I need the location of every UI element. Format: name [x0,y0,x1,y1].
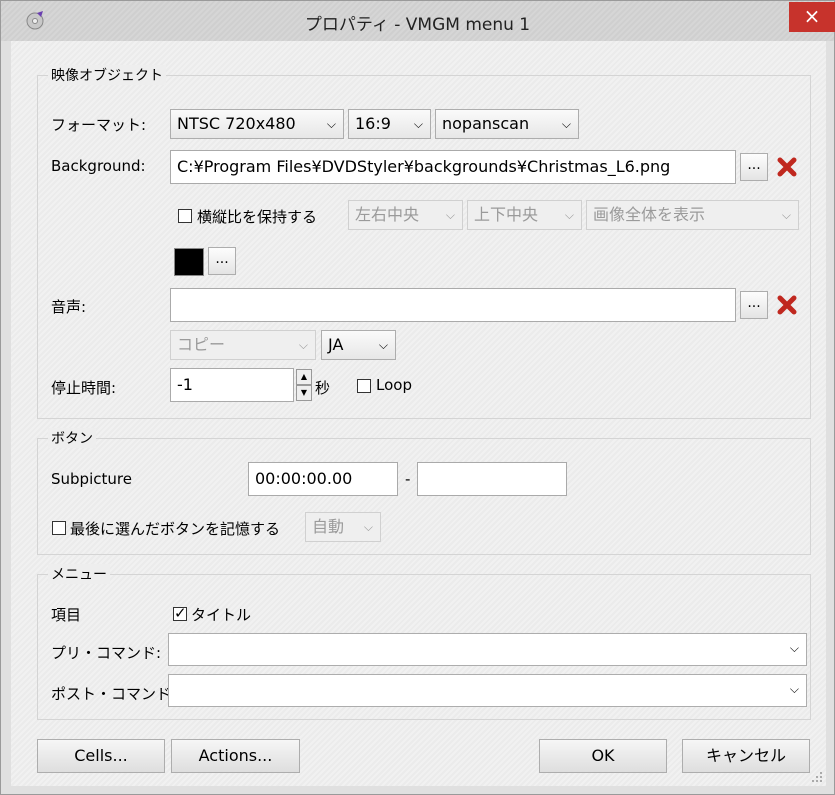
item-label: 項目 [51,606,82,624]
pause-time-input[interactable]: -1 [170,368,294,402]
ok-button[interactable]: OK [539,739,667,773]
background-clear-icon[interactable] [775,155,799,179]
title-checkbox[interactable] [173,604,187,622]
subpicture-label: Subpicture [51,470,132,488]
loop-label[interactable]: Loop [376,376,412,394]
background-path-input[interactable]: C:¥Program Files¥DVDStyler¥backgrounds¥C… [170,150,736,184]
remember-button-checkbox[interactable] [52,521,66,535]
halign-select[interactable]: 左右中央 ⌵ [348,200,463,230]
buttons-group-title: ボタン [48,428,96,448]
subpicture-start-input[interactable]: 00:00:00.00 [248,462,398,496]
chevron-down-icon: ⌵ [378,338,388,352]
audio-clear-icon[interactable] [775,293,799,317]
auto-value: 自動 [312,517,345,536]
chevron-down-icon: ⌵ [561,117,571,131]
aspect-value: 16:9 [355,114,391,133]
audio-browse-button[interactable]: ... [740,291,768,319]
loop-checkbox[interactable] [357,379,371,393]
fit-value: 画像全体を表示 [593,205,706,224]
window-title: プロパティ - VMGM menu 1 [304,15,531,35]
scan-value: nopanscan [442,114,530,133]
background-label: Background: [51,157,146,175]
color-browse-button[interactable]: ... [208,247,236,275]
title-check-label[interactable]: タイトル [191,604,251,625]
halign-value: 左右中央 [355,205,420,224]
remember-button-label[interactable]: 最後に選んだボタンを記憶する [70,518,280,539]
copy-value: コピー [177,335,226,354]
video-group-title: 映像オブジェクト [48,65,166,85]
post-command-select[interactable]: ⌵ [168,674,807,707]
chevron-down-icon: ⌵ [413,117,423,131]
pre-command-label: プリ・コマンド: [51,644,162,662]
spin-up-icon[interactable]: ▲ [296,369,312,385]
actions-button[interactable]: Actions... [171,739,300,773]
properties-dialog: プロパティ - VMGM menu 1 × 映像オブジェクト フォーマット: N… [0,0,835,795]
scan-select[interactable]: nopanscan ⌵ [435,109,579,139]
pre-command-select[interactable]: ⌵ [168,633,807,666]
cancel-button[interactable]: キャンセル [682,739,810,773]
background-browse-button[interactable]: ... [740,153,768,181]
audio-label: 音声: [51,298,87,316]
pause-time-spinner[interactable]: ▲ ▼ [296,369,312,401]
keep-aspect-label[interactable]: 横縦比を保持する [197,206,317,227]
format-value: NTSC 720x480 [177,114,296,133]
chevron-down-icon: ⌵ [363,520,373,534]
dialog-body: 映像オブジェクト フォーマット: NTSC 720x480 ⌵ 16:9 ⌵ nop… [11,41,826,786]
pause-label: 停止時間: [51,379,117,397]
audio-path-input[interactable] [170,288,736,322]
fit-select[interactable]: 画像全体を表示 ⌵ [586,200,799,230]
seconds-label: 秒 [315,379,331,397]
remember-mode-select[interactable]: 自動 ⌵ [305,512,381,542]
lang-value: JA [328,335,344,354]
chevron-down-icon: ⌵ [445,208,455,222]
menu-group-title: メニュー [48,564,110,584]
chevron-down-icon: ⌵ [781,208,791,222]
resize-grip-icon[interactable] [811,771,823,783]
audio-language-select[interactable]: JA ⌵ [321,330,396,360]
close-button[interactable]: × [789,2,835,32]
subpicture-end-input[interactable] [417,462,567,496]
chevron-down-icon: ⌵ [298,338,308,352]
format-select[interactable]: NTSC 720x480 ⌵ [170,109,344,139]
spin-down-icon[interactable]: ▼ [296,385,312,401]
cells-button[interactable]: Cells... [37,739,165,773]
chevron-down-icon: ⌵ [326,117,336,131]
subpicture-dash: - [405,470,411,488]
audio-copy-select[interactable]: コピー ⌵ [170,330,316,360]
chevron-down-icon: ⌵ [789,641,799,655]
chevron-down-icon: ⌵ [564,208,574,222]
post-command-label: ポスト・コマンド: [51,685,177,703]
format-label: フォーマット: [51,116,147,134]
aspect-select[interactable]: 16:9 ⌵ [348,109,431,139]
title-bar[interactable]: プロパティ - VMGM menu 1 × [1,1,835,41]
valign-select[interactable]: 上下中央 ⌵ [467,200,582,230]
valign-value: 上下中央 [474,205,539,224]
chevron-down-icon: ⌵ [789,682,799,696]
keep-aspect-checkbox[interactable] [178,209,192,223]
background-color-swatch[interactable] [174,248,204,276]
